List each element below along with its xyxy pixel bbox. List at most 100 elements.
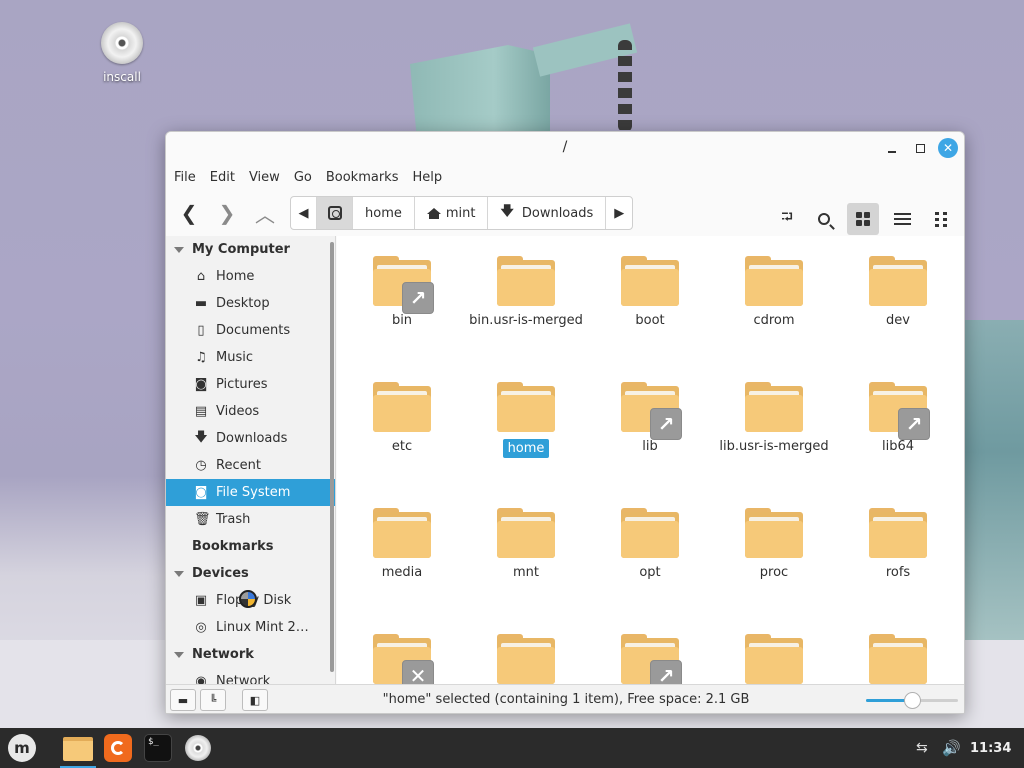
search-button[interactable] bbox=[808, 203, 840, 235]
file-item[interactable]: bin.usr-is-merged bbox=[464, 256, 588, 328]
file-item[interactable] bbox=[464, 634, 588, 684]
document-icon: ▯ bbox=[197, 323, 205, 338]
file-item[interactable]: ↗ bin bbox=[340, 256, 464, 328]
sidebar-item-trash[interactable]: 🗑 Trash bbox=[166, 506, 335, 533]
file-name: lib bbox=[642, 439, 658, 454]
triangle-left-icon: ◀ bbox=[298, 205, 309, 221]
sidebar-section-bookmarks[interactable]: Bookmarks bbox=[166, 533, 335, 560]
file-item[interactable]: rofs bbox=[836, 508, 960, 580]
menu-help[interactable]: Help bbox=[412, 170, 450, 185]
list-view-button[interactable] bbox=[886, 203, 918, 235]
sidebar-item-linux-mint[interactable]: ◎ Linux Mint 2… bbox=[166, 614, 335, 641]
sidebar-item-network[interactable]: ◉ Network bbox=[166, 668, 335, 684]
up-button[interactable]: ︿ bbox=[248, 197, 282, 229]
sidebar-section-devices[interactable]: Devices bbox=[166, 560, 335, 587]
file-name: opt bbox=[639, 565, 661, 580]
taskbar-files[interactable] bbox=[60, 732, 96, 768]
taskbar-terminal[interactable]: $_ bbox=[141, 732, 175, 764]
chevron-right-icon: ❯ bbox=[218, 201, 236, 225]
file-item[interactable]: proc bbox=[712, 508, 836, 580]
clock[interactable]: 11:34 bbox=[970, 728, 1011, 768]
file-item[interactable]: media bbox=[340, 508, 464, 580]
file-item[interactable]: ↗ lib bbox=[588, 382, 712, 454]
maximize-button[interactable] bbox=[910, 138, 930, 158]
network-icon: ◉ bbox=[195, 674, 207, 684]
file-name: lib64 bbox=[881, 439, 915, 454]
file-item[interactable]: ✕ bbox=[340, 634, 464, 684]
folder-icon bbox=[497, 256, 555, 306]
desktop-icon-inscall[interactable]: inscall bbox=[96, 22, 148, 84]
file-item[interactable]: dev bbox=[836, 256, 960, 328]
sidebar-item-file-system[interactable]: ◙ File System bbox=[166, 479, 335, 506]
sidebar-item-recent[interactable]: ◷ Recent bbox=[166, 452, 335, 479]
network-tray-icon[interactable]: ⇆ bbox=[916, 728, 928, 768]
folder-icon bbox=[621, 256, 679, 306]
file-item[interactable]: home bbox=[464, 382, 588, 458]
menu-view[interactable]: View bbox=[249, 170, 288, 185]
disc-icon bbox=[101, 22, 143, 64]
sidebar-item-videos[interactable]: ▤ Videos bbox=[166, 398, 335, 425]
triangle-right-icon: ▶ bbox=[614, 205, 625, 221]
sidebar-item-desktop[interactable]: ▬ Desktop bbox=[166, 290, 335, 317]
folder-icon bbox=[373, 508, 431, 558]
file-item[interactable]: cdrom bbox=[712, 256, 836, 328]
file-item[interactable]: opt bbox=[588, 508, 712, 580]
breadcrumb-root[interactable] bbox=[317, 197, 353, 229]
icon-view-button[interactable] bbox=[847, 203, 879, 235]
sidebar: My Computer ⌂ Home ▬ Desktop ▯ Documents ♫ M… bbox=[166, 236, 336, 684]
breadcrumb-home[interactable]: home bbox=[353, 197, 415, 229]
caret-down-icon bbox=[174, 570, 184, 577]
sidebar-item-pictures[interactable]: ◙ Pictures bbox=[166, 371, 335, 398]
desktop-icon: ▬ bbox=[194, 296, 208, 311]
compact-view-button[interactable] bbox=[925, 203, 957, 235]
download-icon: 🡇 bbox=[194, 429, 208, 445]
home-icon bbox=[426, 207, 441, 219]
drive-icon bbox=[327, 206, 342, 220]
sidebar-item-documents[interactable]: ▯ Documents bbox=[166, 317, 335, 344]
breadcrumb-mint[interactable]: mint bbox=[415, 197, 489, 229]
folder-icon: ↗ bbox=[621, 634, 682, 684]
sidebar-item-music[interactable]: ♫ Music bbox=[166, 344, 335, 371]
close-button[interactable]: ✕ bbox=[938, 138, 958, 158]
file-item[interactable] bbox=[712, 634, 836, 684]
file-name: media bbox=[381, 565, 423, 580]
taskbar-disc[interactable] bbox=[181, 732, 215, 764]
sidebar-section-network[interactable]: Network bbox=[166, 641, 335, 668]
disc-icon bbox=[185, 735, 211, 761]
taskbar-firefox[interactable] bbox=[101, 732, 135, 764]
file-item[interactable]: etc bbox=[340, 382, 464, 454]
sidebar-item-home[interactable]: ⌂ Home bbox=[166, 263, 335, 290]
menu-edit[interactable]: Edit bbox=[210, 170, 243, 185]
title-bar[interactable]: / ✕ bbox=[166, 132, 964, 164]
wallpaper-post bbox=[410, 45, 550, 140]
floppy-icon: ▣ bbox=[194, 593, 208, 608]
forward-button[interactable]: ❯ bbox=[210, 197, 244, 229]
desktop-icon-label: inscall bbox=[103, 70, 141, 84]
breadcrumb-scroll-left[interactable]: ◀ bbox=[291, 197, 317, 229]
back-button[interactable]: ❮ bbox=[172, 197, 206, 229]
menu-go[interactable]: Go bbox=[294, 170, 320, 185]
chevron-up-icon: ︿ bbox=[255, 202, 275, 227]
file-item[interactable]: ↗ lib64 bbox=[836, 382, 960, 454]
file-item[interactable]: lib.usr-is-merged bbox=[712, 382, 836, 454]
menu-bookmarks[interactable]: Bookmarks bbox=[326, 170, 407, 185]
sidebar-scrollbar[interactable] bbox=[330, 242, 334, 672]
sidebar-item-downloads[interactable]: 🡇 Downloads bbox=[166, 425, 335, 452]
breadcrumb-downloads[interactable]: 🡇 Downloads bbox=[488, 197, 607, 229]
volume-icon[interactable]: 🔊 bbox=[942, 728, 961, 768]
file-name: boot bbox=[635, 313, 665, 328]
zoom-slider[interactable] bbox=[866, 692, 958, 709]
file-item[interactable]: mnt bbox=[464, 508, 588, 580]
menu-file[interactable]: File bbox=[174, 170, 204, 185]
breadcrumb-scroll-right[interactable]: ▶ bbox=[606, 197, 632, 229]
file-item[interactable]: boot bbox=[588, 256, 712, 328]
menu-button[interactable]: m bbox=[5, 732, 39, 764]
zoom-slider-handle[interactable] bbox=[904, 692, 921, 709]
sidebar-section-my-computer[interactable]: My Computer bbox=[166, 236, 335, 263]
open-terminal-button[interactable]: ⮒ bbox=[771, 203, 803, 235]
file-item[interactable]: ↗ bbox=[588, 634, 712, 684]
folder-icon bbox=[373, 382, 431, 432]
minimize-button[interactable] bbox=[882, 138, 902, 158]
file-name: bin bbox=[391, 313, 413, 328]
file-item[interactable] bbox=[836, 634, 960, 684]
